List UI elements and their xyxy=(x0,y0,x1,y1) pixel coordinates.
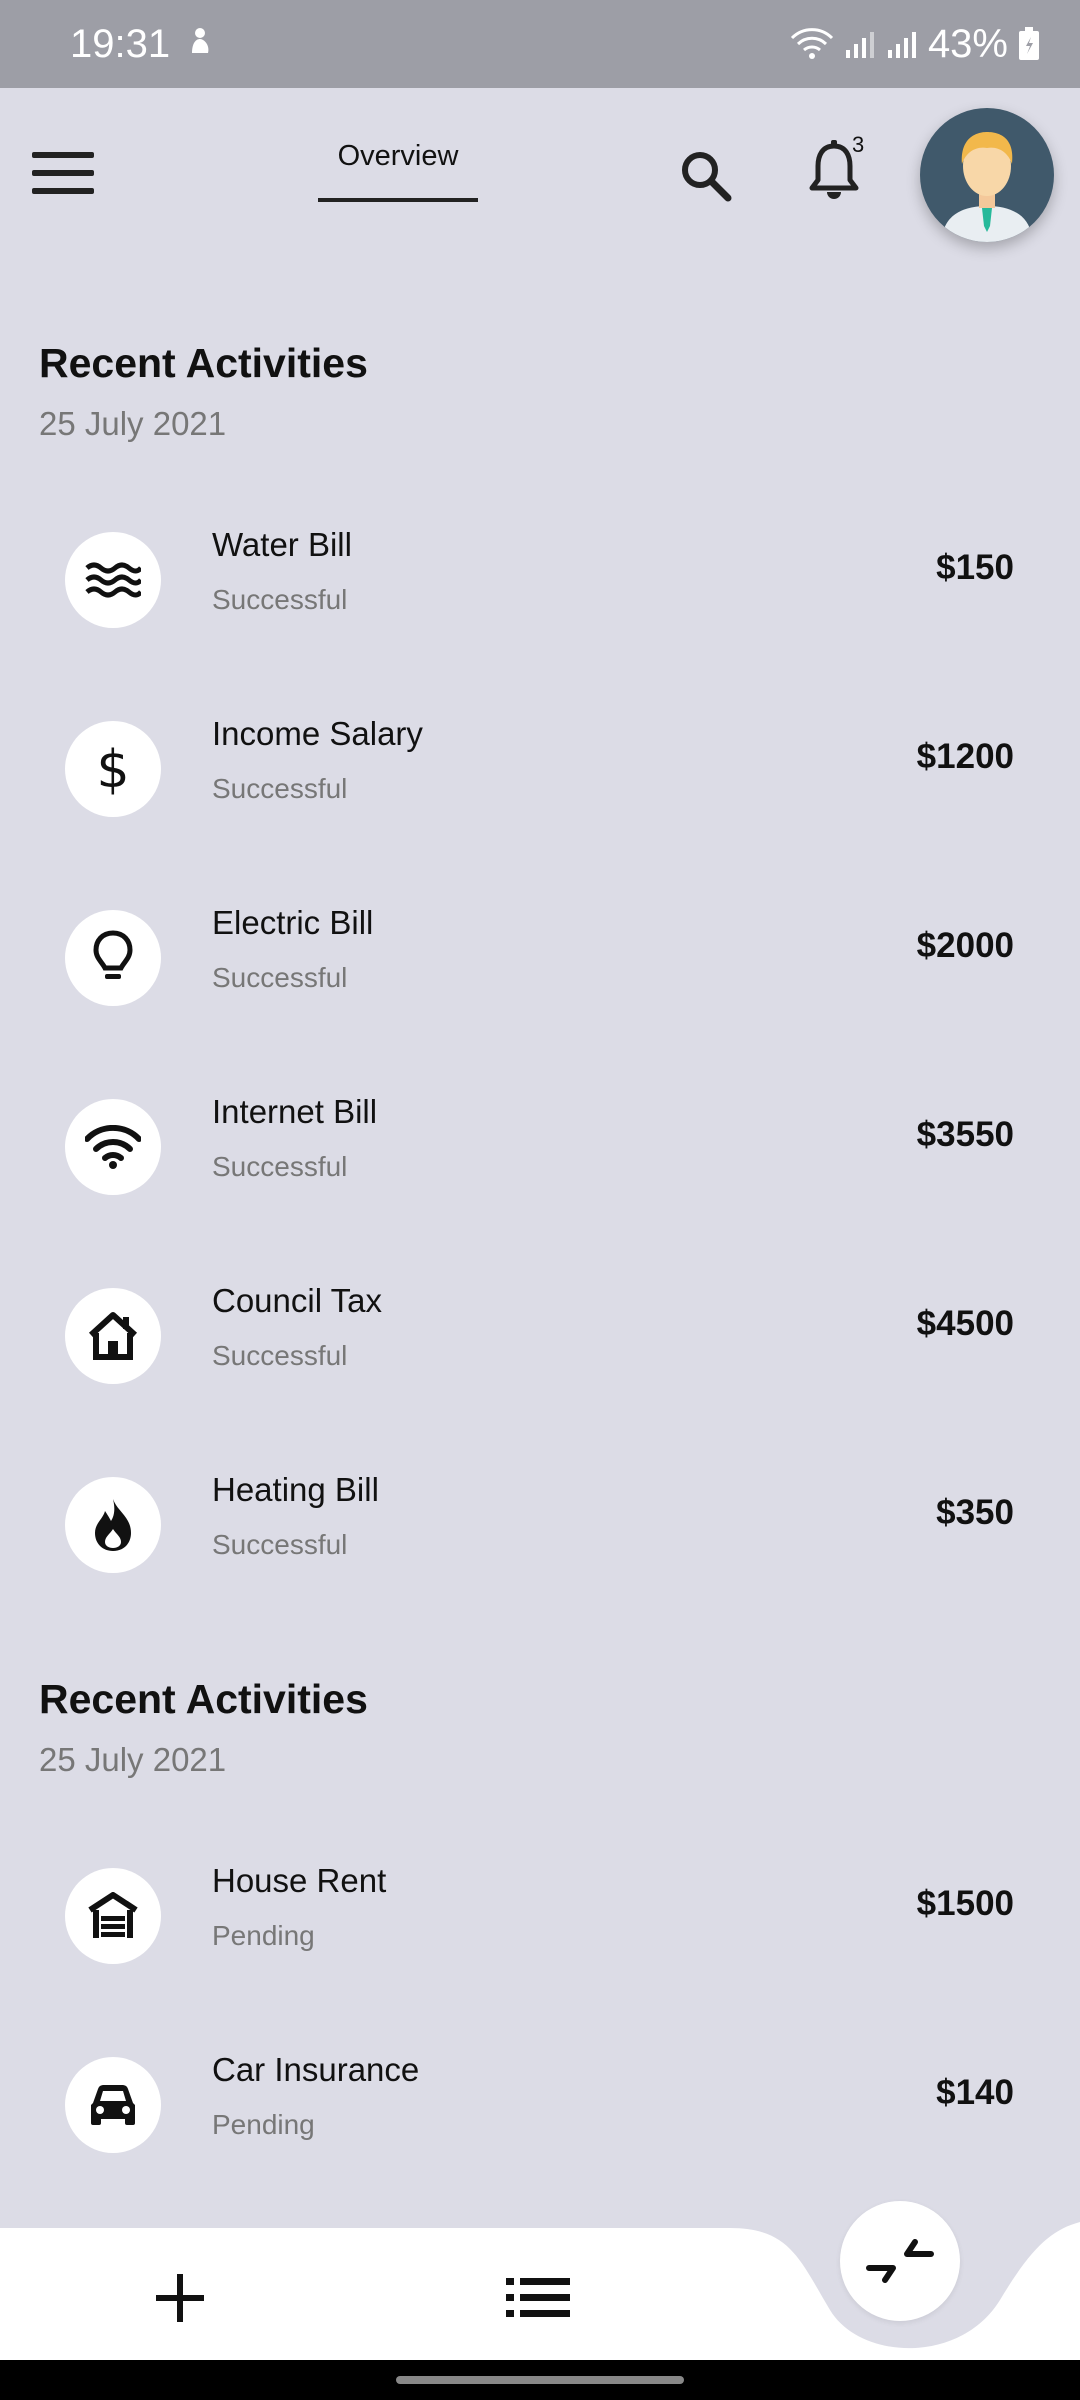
item-title: House Rent xyxy=(212,1862,387,1899)
tab-underline xyxy=(318,198,478,202)
item-amount: $150 xyxy=(936,548,1014,587)
list-item-electric-bill[interactable]: Electric Bill Successful $2000 xyxy=(0,904,1080,1060)
section-date: 25 July 2021 xyxy=(39,1741,227,1778)
garage-icon xyxy=(65,1868,161,1964)
signal-icon-2 xyxy=(886,28,918,60)
tab-overview[interactable]: Overview xyxy=(318,140,478,202)
wifi-icon xyxy=(65,1099,161,1195)
section-title: Recent Activities xyxy=(39,1676,368,1722)
notification-count: 3 xyxy=(852,132,865,157)
compress-arrows-icon[interactable] xyxy=(840,2201,960,2321)
svg-text:$: $ xyxy=(96,741,129,797)
item-status: Successful xyxy=(212,1340,348,1371)
item-title: Internet Bill xyxy=(212,1093,378,1130)
item-title: Heating Bill xyxy=(212,1471,379,1508)
list-icon[interactable] xyxy=(506,2274,570,2322)
water-waves-icon xyxy=(65,532,161,628)
list-item-car-insurance[interactable]: Car Insurance Pending $140 xyxy=(0,2051,1080,2207)
section-date: 25 July 2021 xyxy=(39,405,227,442)
item-title: Water Bill xyxy=(212,526,352,563)
item-title: Council Tax xyxy=(212,1282,382,1319)
item-status: Successful xyxy=(212,584,348,615)
item-title: Electric Bill xyxy=(212,904,374,941)
item-amount: $1200 xyxy=(916,737,1014,776)
item-status: Successful xyxy=(212,1529,348,1560)
flame-icon xyxy=(65,1477,161,1573)
wifi-status-icon xyxy=(790,26,834,62)
list-item-house-rent[interactable]: House Rent Pending $1500 xyxy=(0,1862,1080,2018)
battery-percent: 43% xyxy=(927,21,1008,66)
car-icon xyxy=(65,2057,161,2153)
search-icon[interactable] xyxy=(678,148,734,204)
list-item-water-bill[interactable]: Water Bill Successful $150 xyxy=(0,526,1080,682)
gesture-navigation-bar xyxy=(0,2360,1080,2400)
notification-status-icon xyxy=(184,22,216,67)
lightbulb-icon xyxy=(65,910,161,1006)
list-item-council-tax[interactable]: Council Tax Successful $4500 xyxy=(0,1282,1080,1438)
top-app-bar: Overview 3 xyxy=(0,88,1080,258)
item-title: Income Salary xyxy=(212,715,423,752)
plus-icon[interactable] xyxy=(150,2268,210,2328)
item-amount: $140 xyxy=(936,2073,1014,2112)
status-bar: 19:31 43% xyxy=(0,0,1080,88)
list-item-heating-bill[interactable]: Heating Bill Successful $350 xyxy=(0,1471,1080,1627)
menu-icon[interactable] xyxy=(32,148,94,198)
item-amount: $2000 xyxy=(916,926,1014,965)
battery-icon xyxy=(1018,27,1040,61)
status-time: 19:31 xyxy=(70,21,171,66)
item-status: Successful xyxy=(212,773,348,804)
avatar[interactable] xyxy=(920,108,1054,242)
item-status: Pending xyxy=(212,1920,315,1951)
tab-overview-label: Overview xyxy=(337,140,459,172)
item-amount: $4500 xyxy=(916,1304,1014,1343)
item-amount: $1500 xyxy=(916,1884,1014,1923)
item-title: Car Insurance xyxy=(212,2051,420,2088)
dollar-icon: $ xyxy=(65,721,161,817)
list-item-income-salary[interactable]: $ Income Salary Successful $1200 xyxy=(0,715,1080,871)
home-indicator[interactable] xyxy=(396,2376,684,2384)
item-amount: $350 xyxy=(936,1493,1014,1532)
section-title: Recent Activities xyxy=(39,340,368,386)
signal-icon xyxy=(844,28,876,60)
list-item-internet-bill[interactable]: Internet Bill Successful $3550 xyxy=(0,1093,1080,1249)
item-status: Successful xyxy=(212,962,348,993)
item-status: Pending xyxy=(212,2109,315,2140)
item-status: Successful xyxy=(212,1151,348,1182)
item-amount: $3550 xyxy=(916,1115,1014,1154)
house-icon xyxy=(65,1288,161,1384)
